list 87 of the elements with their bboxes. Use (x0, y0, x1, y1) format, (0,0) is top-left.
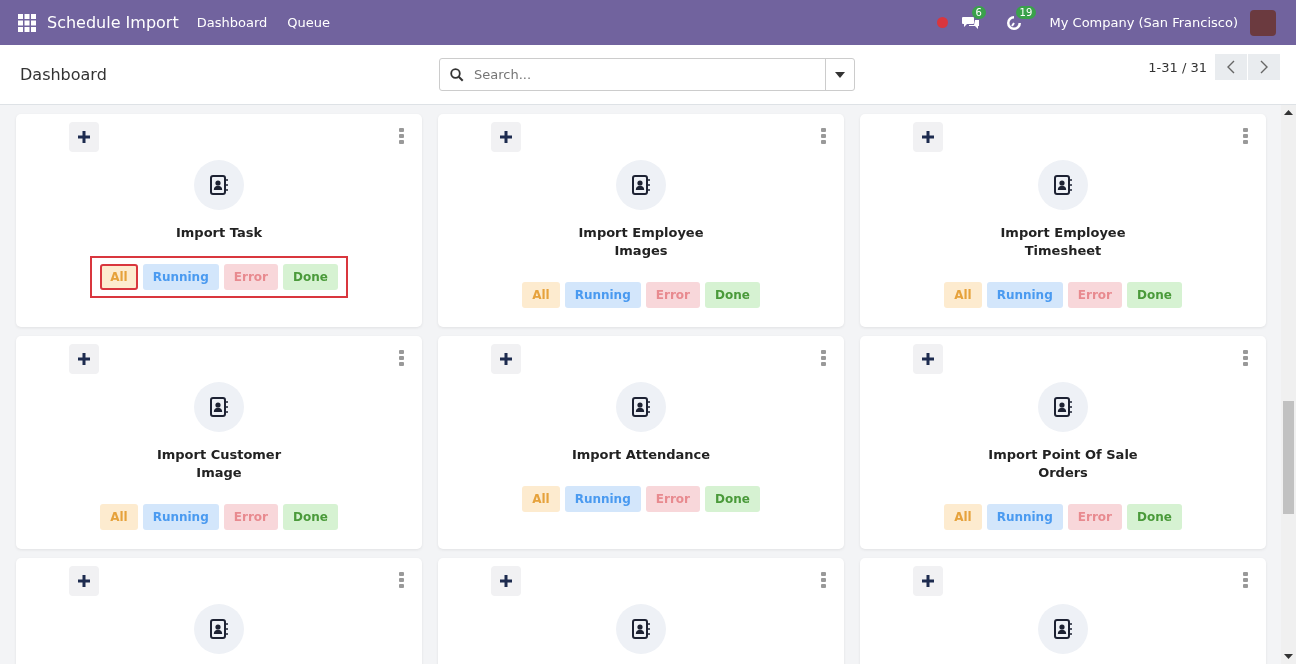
contact-book-icon (632, 397, 650, 417)
add-button[interactable] (491, 344, 521, 374)
more-options-icon[interactable] (1243, 350, 1248, 366)
card-title: Import Point Of Sale Orders (987, 446, 1139, 482)
notification-badge: 19 (1015, 5, 1037, 19)
add-button[interactable] (913, 344, 943, 374)
status-filter-button[interactable]: Done (704, 486, 760, 512)
status-filter-button[interactable]: Error (223, 504, 278, 530)
card-title: Import Customer Image (155, 446, 283, 482)
contact-book-icon (210, 175, 228, 195)
add-button[interactable] (69, 344, 99, 374)
scrollbar-thumb[interactable] (1283, 400, 1294, 514)
status-filter-button[interactable]: Error (1067, 282, 1122, 308)
plus-icon (922, 575, 934, 587)
more-options-icon[interactable] (821, 350, 826, 366)
contact-book-icon (210, 619, 228, 639)
scrollbar[interactable] (1281, 105, 1296, 664)
status-filter-button[interactable]: Running (142, 264, 219, 290)
plus-icon (922, 353, 934, 365)
contact-book-icon (1054, 397, 1072, 417)
more-options-icon[interactable] (821, 572, 826, 588)
plus-icon (78, 575, 90, 587)
status-filter-button[interactable]: Done (282, 264, 338, 290)
scroll-up-icon[interactable] (1284, 110, 1293, 115)
more-options-icon[interactable] (399, 128, 404, 144)
contact-book-icon (210, 397, 228, 417)
plus-icon (78, 131, 90, 143)
search-field[interactable]: Search... (439, 58, 855, 91)
status-filter-button[interactable]: Error (1067, 504, 1122, 530)
chevron-right-icon (1260, 60, 1268, 74)
menu-item[interactable]: Queue (287, 15, 330, 30)
more-options-icon[interactable] (1243, 128, 1248, 144)
status-filter-button[interactable]: All (100, 504, 138, 530)
contact-book-icon (632, 619, 650, 639)
card-title: Import Employee Images (577, 224, 705, 260)
pager-value[interactable]: 1-31 / 31 (1148, 59, 1207, 75)
status-filter-button[interactable]: Running (564, 282, 641, 308)
contact-book-icon (1054, 175, 1072, 195)
company-switcher[interactable]: My Company (San Francisco) (1049, 15, 1238, 30)
add-button[interactable] (491, 566, 521, 596)
breadcrumb: Dashboard (20, 65, 108, 84)
caret-icon (835, 71, 845, 78)
app-grid-icon[interactable] (18, 13, 36, 32)
status-filter-button[interactable]: All (944, 504, 982, 530)
card-title: Import Task (174, 224, 264, 242)
menu-item[interactable]: Dashboard (196, 15, 268, 30)
status-filter-button[interactable]: Running (986, 504, 1063, 530)
card-title: Import Employee Timesheet (999, 224, 1127, 260)
status-filter-button[interactable]: Running (564, 486, 641, 512)
add-button[interactable] (491, 122, 521, 152)
more-options-icon[interactable] (399, 572, 404, 588)
scroll-down-icon[interactable] (1284, 654, 1293, 659)
status-filter-button[interactable]: Done (704, 282, 760, 308)
plus-icon (500, 575, 512, 587)
notification-badge: 6 (971, 5, 986, 19)
add-button[interactable] (913, 566, 943, 596)
status-filter-button[interactable]: Running (142, 504, 219, 530)
add-button[interactable] (69, 566, 99, 596)
plus-icon (500, 131, 512, 143)
status-filter-button[interactable]: Done (1126, 504, 1182, 530)
status-filter-button[interactable]: All (522, 486, 560, 512)
chat-icon[interactable] (961, 14, 980, 31)
status-filter-button[interactable]: Error (645, 282, 700, 308)
add-button[interactable] (69, 122, 99, 152)
search-icon (450, 67, 464, 82)
status-filter-button[interactable]: All (522, 282, 560, 308)
status-filter-button[interactable]: Error (223, 264, 278, 290)
status-filter-button[interactable]: All (100, 264, 138, 290)
plus-icon (922, 131, 934, 143)
status-filter-button[interactable]: Running (986, 282, 1063, 308)
more-options-icon[interactable] (1243, 572, 1248, 588)
status-filter-button[interactable]: Error (645, 486, 700, 512)
status-filter-button[interactable]: Done (282, 504, 338, 530)
clock-icon[interactable] (1005, 14, 1022, 31)
status-dot-icon (936, 17, 948, 28)
contact-book-icon (1054, 619, 1072, 639)
plus-icon (500, 353, 512, 365)
chevron-left-icon (1227, 60, 1235, 74)
plus-icon (78, 353, 90, 365)
more-options-icon[interactable] (399, 350, 404, 366)
app-title[interactable]: Schedule Import (47, 13, 179, 32)
status-filter-button[interactable]: All (944, 282, 982, 308)
more-options-icon[interactable] (821, 128, 826, 144)
card-title: Import Attendance (570, 446, 712, 464)
add-button[interactable] (913, 122, 943, 152)
status-filter-button[interactable]: Done (1126, 282, 1182, 308)
contact-book-icon (632, 175, 650, 195)
